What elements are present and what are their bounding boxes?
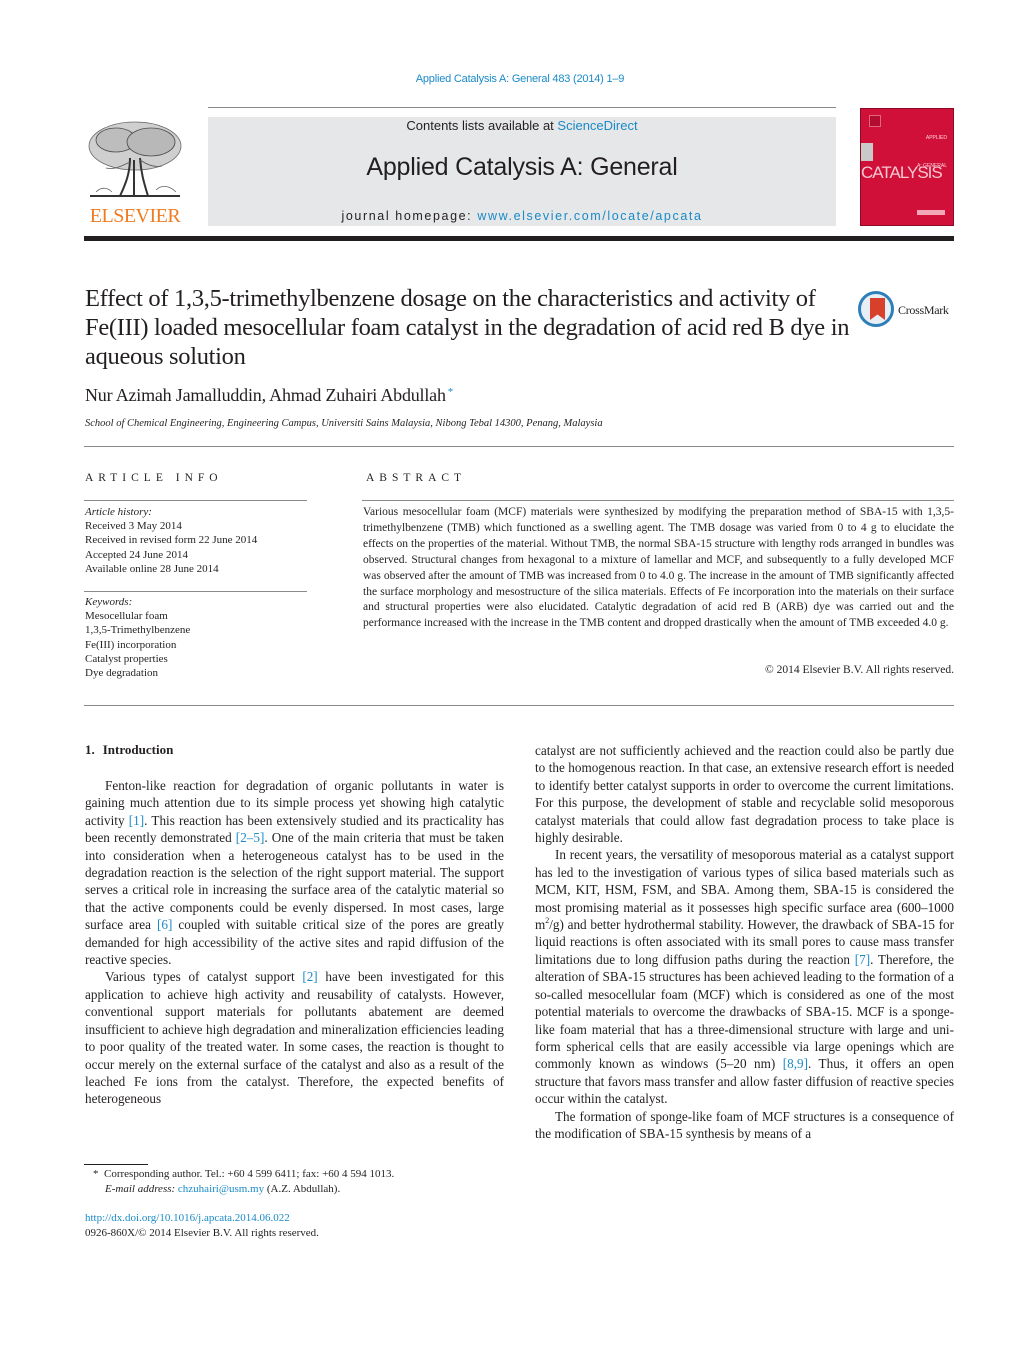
section-title: Introduction (102, 742, 174, 757)
footnote-email-line: E-mail address: chzuhairi@usm.my (A.Z. A… (93, 1182, 513, 1197)
section-number: 1. (85, 742, 95, 757)
tree-icon (88, 121, 182, 197)
cover-publisher-icon (869, 115, 881, 127)
cover-footer-mark (917, 210, 945, 215)
crossmark-icon (858, 291, 894, 327)
issn-line: 0926-860X/© 2014 Elsevier B.V. All right… (85, 1227, 319, 1239)
history-item: Accepted 24 June 2014 (85, 548, 188, 561)
footnote-mark: * (93, 1168, 99, 1180)
keyword-item: Catalyst properties (85, 652, 168, 665)
history-item: Received in revised form 22 June 2014 (85, 534, 258, 547)
journal-homepage: journal homepage: www.elsevier.com/locat… (208, 209, 836, 223)
elsevier-wordmark: ELSEVIER (89, 205, 181, 227)
citation-link[interactable]: [7] (855, 952, 870, 967)
body-column-right: catalyst are not sufficiently achieved a… (535, 742, 954, 1142)
cover-top-text: APPLIED (925, 135, 947, 141)
journal-title: Applied Catalysis A: General (366, 153, 678, 181)
divider (208, 107, 836, 108)
keywords-label: Keywords: (85, 596, 133, 608)
paragraph-continued: catalyst are not sufficiently achieved a… (535, 742, 954, 846)
doi-link[interactable]: http://dx.doi.org/10.1016/j.apcata.2014.… (85, 1211, 319, 1226)
running-head[interactable]: Applied Catalysis A: General 483 (2014) … (0, 73, 1020, 85)
corresponding-author-mark[interactable]: * (448, 386, 454, 398)
keyword-item: Dye degradation (85, 667, 158, 680)
text: have been investigated for this applicat… (85, 969, 504, 1107)
sciencedirect-link[interactable]: ScienceDirect (557, 118, 637, 133)
divider (84, 591, 307, 592)
text: . Therefore, the alteration of SBA-15 st… (535, 951, 954, 1072)
paragraph: In recent years, the versatility of meso… (535, 846, 954, 1107)
article-history: Article history: Received 3 May 2014 Rec… (85, 505, 315, 576)
email-suffix: (A.Z. Abdullah). (264, 1183, 341, 1195)
author-list: Nur Azimah Jamalluddin, Ahmad Zuhairi Ab… (85, 385, 453, 406)
homepage-prefix: journal homepage: (341, 209, 478, 223)
email-link[interactable]: chzuhairi@usm.my (178, 1183, 264, 1195)
abstract-heading: ABSTRACT (366, 472, 467, 484)
contents-prefix: Contents lists available at (406, 118, 558, 133)
authors-text: Nur Azimah Jamalluddin, Ahmad Zuhairi Ab… (85, 385, 446, 405)
abstract-text: Various mesocellular foam (MCF) material… (363, 506, 954, 630)
cover-block-icon (861, 143, 873, 161)
keyword-item: Fe(III) incorporation (85, 638, 177, 651)
keywords: Keywords: Mesocellular foam 1,3,5-Trimet… (85, 595, 315, 680)
history-label: Article history: (85, 506, 152, 518)
paragraph: The formation of sponge-like foam of MCF… (535, 1108, 954, 1143)
history-item: Received 3 May 2014 (85, 520, 182, 533)
paragraph: Various types of catalyst support [2] ha… (85, 968, 504, 1107)
doi-block: http://dx.doi.org/10.1016/j.apcata.2014.… (85, 1211, 319, 1241)
affiliation: School of Chemical Engineering, Engineer… (85, 418, 603, 429)
paragraph: Fenton-like reaction for degradation of … (85, 777, 504, 968)
citation-link[interactable]: [8,9] (783, 1056, 808, 1071)
section-heading-introduction: 1. Introduction (85, 742, 173, 758)
footnote-divider (84, 1164, 148, 1165)
abstract-copyright: © 2014 Elsevier B.V. All rights reserved… (765, 664, 954, 676)
text: catalyst are not sufficiently achieved a… (535, 743, 954, 846)
contents-line: Contents lists available at ScienceDirec… (208, 118, 836, 133)
journal-cover-thumbnail[interactable]: APPLIED CATALYSIS A: GENERAL (860, 108, 954, 226)
homepage-link[interactable]: www.elsevier.com/locate/apcata (477, 209, 702, 223)
divider (84, 705, 954, 706)
body-column-left: Fenton-like reaction for degradation of … (85, 777, 504, 1108)
footnote-text: Corresponding author. Tel.: +60 4 599 64… (104, 1168, 395, 1180)
corresponding-author-footnote: * Corresponding author. Tel.: +60 4 599 … (93, 1167, 513, 1197)
crossmark-button[interactable]: CrossMark (858, 291, 958, 331)
article-title: Effect of 1,3,5-trimethylbenzene dosage … (85, 285, 850, 370)
crossmark-label: CrossMark (898, 303, 949, 317)
keyword-item: Mesocellular foam (85, 610, 168, 623)
email-label: E-mail address: (105, 1183, 176, 1195)
text: Various types of catalyst support (105, 969, 303, 985)
article-info-heading: ARTICLE INFO (85, 472, 223, 484)
keyword-item: 1,3,5-Trimethylbenzene (85, 624, 191, 637)
crossmark-ribbon-icon (870, 298, 885, 320)
citation-link[interactable]: [2] (302, 969, 317, 984)
citation-link[interactable]: [1] (129, 813, 144, 828)
cover-sub-text: A: GENERAL (916, 163, 947, 169)
history-item: Available online 28 June 2014 (85, 562, 219, 575)
footnote-line: * Corresponding author. Tel.: +60 4 599 … (93, 1167, 513, 1182)
divider (362, 500, 954, 501)
citation-link[interactable]: [2–5] (236, 830, 265, 845)
journal-masthead: Contents lists available at ScienceDirec… (208, 117, 836, 226)
divider (84, 446, 954, 447)
running-head-link[interactable]: Applied Catalysis A: General 483 (2014) … (416, 73, 625, 85)
text: The formation of sponge-like foam of MCF… (535, 1108, 954, 1141)
header-divider (84, 236, 954, 241)
elsevier-logo[interactable]: ELSEVIER (84, 116, 186, 228)
citation-link[interactable]: [6] (157, 917, 172, 932)
divider (84, 500, 307, 501)
